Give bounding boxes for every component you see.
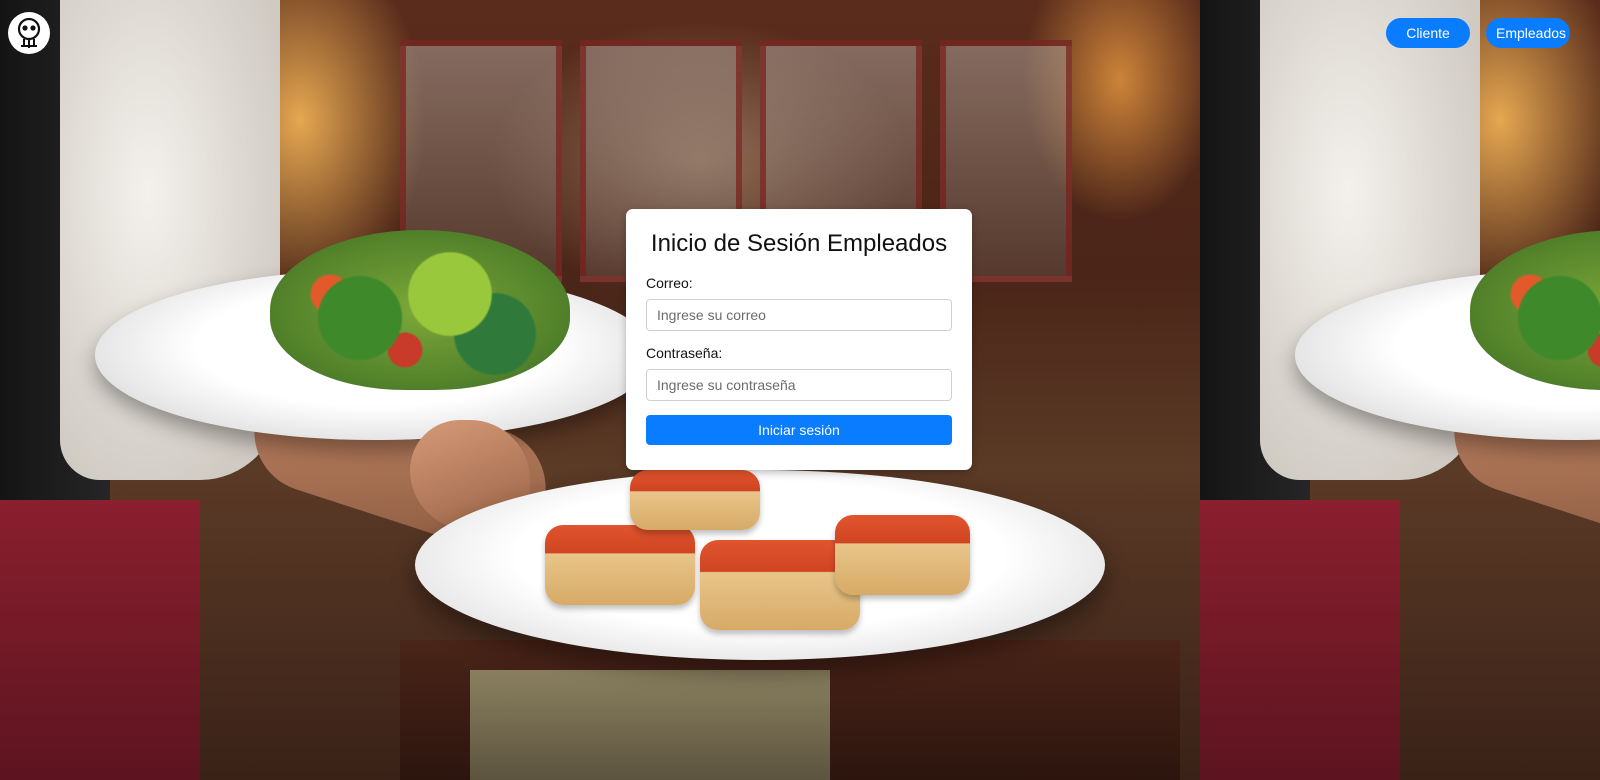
top-nav: Cliente Empleados — [1386, 18, 1570, 48]
password-label: Contraseña: — [646, 345, 723, 361]
login-card: Inicio de Sesión Empleados Correo: Contr… — [626, 209, 972, 470]
empleados-button[interactable]: Empleados — [1486, 18, 1570, 48]
cliente-button[interactable]: Cliente — [1386, 18, 1470, 48]
email-field[interactable] — [646, 299, 952, 331]
login-submit-button[interactable]: Iniciar sesión — [646, 415, 952, 445]
login-title: Inicio de Sesión Empleados — [650, 230, 948, 257]
skull-chef-logo-icon[interactable] — [8, 12, 50, 54]
password-field[interactable] — [646, 369, 952, 401]
background-photo-tile — [1200, 0, 1600, 780]
email-label: Correo: — [646, 275, 693, 291]
page: Cliente Empleados Inicio de Sesión Emple… — [0, 0, 1600, 780]
background-photo-main — [0, 0, 1200, 780]
